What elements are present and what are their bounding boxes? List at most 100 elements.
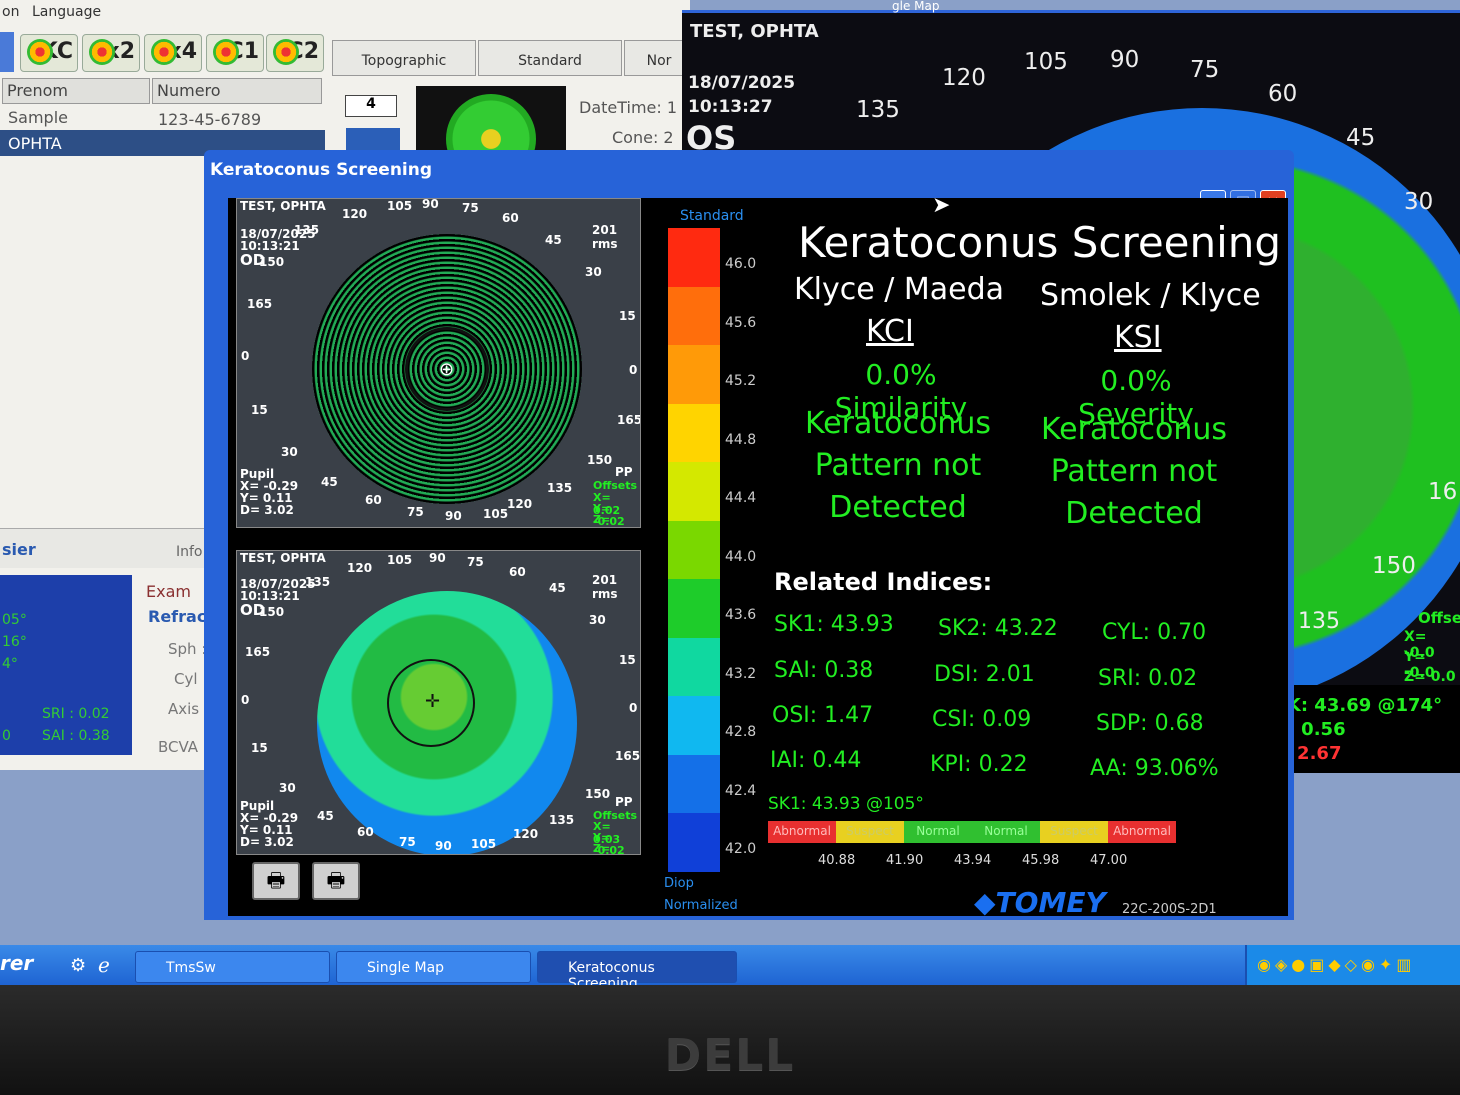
legend-value: 43.94 <box>954 853 992 868</box>
os-offset-z: Z= 0.0 <box>1404 669 1456 685</box>
scale-mode: Normalized <box>664 898 738 913</box>
tab-topographic[interactable]: Topographic <box>332 40 476 76</box>
legend-segment: Normal <box>972 821 1040 843</box>
map-bottom-angle-45-lower: 45 <box>317 809 334 823</box>
scale-band <box>668 403 720 462</box>
map-top-pupil-d: D= 3.02 <box>240 503 294 517</box>
angle-value-1: 05° <box>2 612 27 628</box>
legend-value: 45.98 <box>1022 853 1060 868</box>
left-sai-value: SAI : 0.38 <box>42 728 110 744</box>
tomey-logo-icon: ◆ <box>974 886 996 919</box>
map-top-angle-150-lower: 150 <box>587 453 613 467</box>
os-window-title: gle Map <box>892 0 940 13</box>
map-top-angle-60-lower: 60 <box>365 493 382 507</box>
thumbnail-map[interactable] <box>416 86 566 156</box>
map-bottom-angle-60-lower: 60 <box>357 825 374 839</box>
scale-label: 42.0 <box>725 841 757 857</box>
related-indices-title: Related Indices: <box>774 568 993 596</box>
exam-number-field[interactable]: 4 <box>345 95 397 117</box>
c1-button[interactable]: C1 <box>206 34 264 72</box>
os-angle-60: 60 <box>1268 81 1298 107</box>
map-bottom-offset-z: Z= 0.08 <box>593 842 611 855</box>
tab-standard[interactable]: Standard <box>478 40 622 76</box>
ksi-result-1: Keratoconus <box>1041 412 1227 447</box>
index-kpi: KPI: 0.22 <box>930 752 1028 777</box>
map-top-angle-90-lower: 90 <box>445 509 462 523</box>
section-dossier[interactable]: sier <box>2 540 36 559</box>
map-top-angle-135: 135 <box>294 223 320 237</box>
left-sri-value: SRI : 0.02 <box>42 706 110 722</box>
map-bottom-angle-30: 30 <box>589 613 606 627</box>
os-angle-75: 75 <box>1190 57 1220 83</box>
index-sai: SAI: 0.38 <box>774 658 874 683</box>
print-preview-button[interactable]: 🖶 <box>312 862 360 900</box>
crosshair-icon: ✛ <box>425 691 441 712</box>
scale-band <box>668 813 720 872</box>
legend-value: 40.88 <box>818 853 856 868</box>
taskbar-keratoconus-screening[interactable]: Keratoconus Screening <box>537 951 737 990</box>
sk1-axis: SK1: 43.93 @105° <box>768 794 924 814</box>
bottom-color-topography-map[interactable]: ✛ TEST, OPHTA 18/07/2025 10:13:21 OD 201… <box>236 550 641 855</box>
map-bottom-rings: 201 rms <box>592 573 618 601</box>
quicklaunch-icon[interactable]: ⚙ <box>70 955 86 976</box>
map-top-patient: TEST, OPHTA <box>240 199 326 213</box>
map-bottom-angle-120: 120 <box>347 561 373 575</box>
angle-value-3: 4° <box>2 656 18 672</box>
map-top-angle-45-lower: 45 <box>321 475 338 489</box>
map-bottom-angle-30-lower: 30 <box>279 781 296 795</box>
c2-button[interactable]: C2 <box>266 34 324 72</box>
x4-button[interactable]: x4 <box>144 34 202 72</box>
scale-label: 44.8 <box>725 431 757 448</box>
os-exam-time: 10:13:27 <box>688 97 773 117</box>
os-offset-label: Offse <box>1418 609 1460 627</box>
printer-icon: 🖶 <box>266 868 286 892</box>
row-prenom[interactable]: Sample <box>8 108 68 127</box>
x2-button[interactable]: x2 <box>82 34 140 72</box>
system-tray: ◉◈●▣◆◇◉✦▥ <box>1245 945 1460 990</box>
map-bottom-angle-15-lower: 15 <box>251 741 268 755</box>
print-button[interactable]: 🖶 <box>252 862 300 900</box>
map-bottom-angle-120-lower: 120 <box>513 827 539 841</box>
top-ring-image-map[interactable]: ⊕ TEST, OPHTA 18/07/2025 10:13:21 OD 201… <box>236 198 641 528</box>
kci-author: Klyce / Maeda <box>794 272 1005 307</box>
scale-label: 42.8 <box>725 724 757 740</box>
tomey-brand: TOMEY <box>995 886 1106 919</box>
map-bottom-angle-105-lower: 105 <box>471 837 497 851</box>
map-top-angle-75: 75 <box>462 201 479 215</box>
map-top-angle-60: 60 <box>502 211 519 225</box>
taskbar: rer ⚙ ℯ TmsSw Single Map Keratoconus Scr… <box>0 945 1460 990</box>
scale-band <box>668 696 720 755</box>
dialog-title: Keratoconus Screening <box>210 160 433 180</box>
scale-band <box>668 228 720 287</box>
taskbar-tmssw[interactable]: TmsSw <box>135 951 330 983</box>
toolbar-edge <box>0 32 14 72</box>
legend-value: 47.00 <box>1090 853 1128 868</box>
column-prenom[interactable]: Prenom <box>2 78 150 104</box>
column-numero[interactable]: Numero <box>152 78 322 104</box>
datetime-label: DateTime: 1 <box>579 98 678 117</box>
os-patient-name: TEST, OPHTA <box>690 21 819 42</box>
scale-label: 46.0 <box>725 256 757 272</box>
scale-unit: Diop <box>664 876 694 891</box>
map-top-angle-135-lower: 135 <box>547 481 573 495</box>
map-bottom-pp-label: PP <box>615 795 633 809</box>
os-angle-135: 135 <box>856 97 900 123</box>
map-bottom-angle-0-right: 0 <box>629 701 638 715</box>
map-bottom-angle-165: 165 <box>245 645 271 659</box>
kc-button[interactable]: KC <box>20 34 78 72</box>
row-numero[interactable]: 123-45-6789 <box>158 110 261 129</box>
ie-icon[interactable]: ℯ <box>98 953 110 977</box>
kci-result-2: Pattern not <box>814 448 982 483</box>
thumbnail-disc <box>446 94 536 156</box>
cone-label: Cone: 2 <box>612 128 674 147</box>
menu-item-language[interactable]: Language <box>32 4 101 20</box>
section-info[interactable]: Info <box>176 544 203 560</box>
legend-value: 41.90 <box>886 853 924 868</box>
start-button[interactable]: rer <box>0 951 33 975</box>
index-sdp: SDP: 0.68 <box>1096 711 1204 736</box>
map-top-angle-0-left: 0 <box>241 349 250 363</box>
menu-item-on[interactable]: on <box>2 4 19 20</box>
map-bottom-angle-15: 15 <box>619 653 636 667</box>
tray-icons[interactable]: ◉◈●▣◆◇◉✦▥ <box>1257 955 1415 974</box>
taskbar-single-map[interactable]: Single Map <box>336 951 531 983</box>
